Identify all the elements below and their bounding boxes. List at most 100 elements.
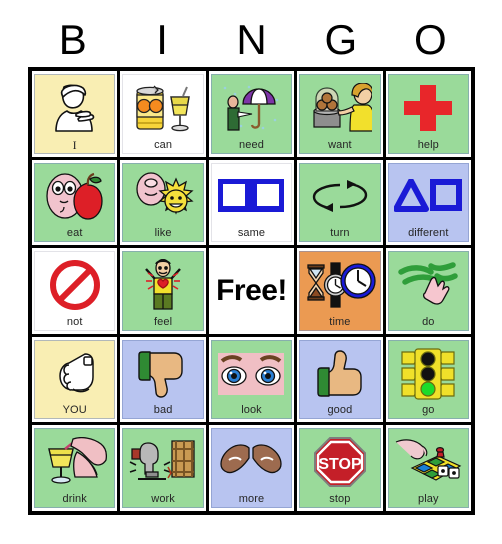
symbol-tile: do	[387, 251, 469, 331]
bingo-cell-go[interactable]: go	[385, 336, 471, 423]
symbol-label: need	[239, 138, 264, 151]
symbol-tile: different	[387, 162, 469, 243]
bingo-cell-like[interactable]: like	[120, 159, 206, 246]
symbol-label: play	[418, 492, 439, 505]
bingo-cell-not[interactable]: not	[32, 248, 118, 334]
bingo-header-letter-o: O	[413, 16, 447, 63]
symbol-label: like	[154, 227, 172, 240]
symbol-label: turn	[330, 227, 350, 240]
bingo-grid: I can need want help eat like same turn …	[28, 67, 475, 515]
symbol-label: stop	[329, 492, 351, 505]
bingo-cell-more[interactable]: more	[208, 425, 295, 511]
hand-glass-straw-icon	[36, 431, 113, 493]
bingo-cell-work[interactable]: work	[120, 425, 206, 511]
symbol-label: can	[154, 138, 173, 151]
bingo-cell-need[interactable]: need	[208, 71, 295, 157]
symbol-tile: STOP stop	[299, 428, 381, 508]
eyes-icon	[213, 343, 290, 405]
bingo-cell-stop[interactable]: STOP stop	[297, 425, 383, 511]
bingo-cell-look[interactable]: look	[208, 336, 295, 423]
symbol-label: time	[329, 315, 351, 328]
bingo-cell-you[interactable]: YOU	[32, 336, 118, 423]
symbol-label: do	[422, 315, 435, 328]
red-cross-icon	[390, 77, 467, 139]
symbol-tile: need	[210, 74, 293, 154]
hammer-construction-icon	[124, 431, 201, 493]
person-reaching-cookies-icon	[301, 77, 378, 139]
symbol-label: good	[327, 404, 353, 417]
face-sun-icon	[124, 166, 201, 228]
thumbs-down-icon	[124, 343, 201, 405]
symbol-label: not	[66, 315, 83, 328]
symbol-tile: play	[387, 428, 469, 508]
symbol-tile: eat	[34, 162, 116, 243]
bingo-cell-play[interactable]: play	[385, 425, 471, 511]
bingo-card: BINGO I can need want help eat like same…	[0, 0, 502, 544]
symbol-tile: look	[210, 339, 293, 420]
symbol-label: eat	[66, 227, 83, 240]
bingo-cell-do[interactable]: do	[385, 248, 471, 334]
face-eating-apple-icon	[36, 166, 113, 228]
symbol-label: YOU	[62, 404, 87, 417]
symbol-tile: drink	[34, 428, 116, 508]
symbol-tile: go	[387, 339, 469, 420]
bingo-cell-i[interactable]: I	[32, 71, 118, 157]
bingo-cell-eat[interactable]: eat	[32, 159, 118, 246]
symbol-label: same	[237, 227, 266, 240]
symbol-label: different	[408, 227, 449, 240]
symbol-tile: same	[210, 162, 293, 243]
bingo-header-letter-b: B	[58, 16, 87, 63]
pointing-hand-icon	[36, 343, 113, 405]
symbol-tile: want	[299, 74, 381, 154]
bingo-cell-different[interactable]: different	[385, 159, 471, 246]
symbol-label: feel	[154, 315, 173, 328]
symbol-label: help	[417, 138, 439, 151]
traffic-light-green-icon	[390, 343, 467, 405]
bingo-header: BINGO	[28, 14, 475, 66]
symbol-label: more	[238, 492, 265, 505]
bingo-cell-same[interactable]: same	[208, 159, 295, 246]
symbol-tile: help	[387, 74, 469, 154]
symbol-tile: like	[122, 162, 204, 243]
thumbs-up-icon	[301, 343, 378, 405]
symbol-tile: can	[122, 74, 204, 154]
two-hands-together-icon	[213, 431, 290, 493]
bingo-cell-can[interactable]: can	[120, 71, 206, 157]
bingo-cell-time[interactable]: time	[297, 248, 383, 334]
bingo-cell-bad[interactable]: bad	[120, 336, 206, 423]
symbol-tile: turn	[299, 162, 381, 243]
symbol-tile: good	[299, 339, 381, 420]
bingo-cell-free-[interactable]: Free!	[208, 248, 295, 334]
bingo-cell-help[interactable]: help	[385, 71, 471, 157]
triangle-square-icon	[390, 166, 467, 228]
bingo-cell-drink[interactable]: drink	[32, 425, 118, 511]
symbol-label: want	[328, 138, 352, 151]
bingo-cell-turn[interactable]: turn	[297, 159, 383, 246]
hourglass-watch-clock-icon	[301, 254, 378, 316]
symbol-tile: time	[299, 251, 381, 331]
bingo-cell-good[interactable]: good	[297, 336, 383, 423]
symbol-label: go	[422, 404, 435, 417]
symbol-label: look	[241, 404, 262, 417]
bingo-cell-want[interactable]: want	[297, 71, 383, 157]
person-pointing-self-icon	[36, 77, 113, 139]
symbol-tile: YOU	[34, 339, 116, 420]
symbol-label: I	[72, 137, 77, 152]
hand-scribble-icon	[390, 254, 467, 316]
bingo-cell-feel[interactable]: feel	[120, 248, 206, 334]
person-feeling-heart-icon	[124, 254, 201, 316]
symbol-tile: bad	[122, 339, 204, 420]
circular-arrows-icon	[301, 166, 378, 228]
stop-sign-icon: STOP	[301, 431, 378, 493]
can-and-glass-icon	[124, 77, 201, 139]
symbol-tile: feel	[122, 251, 204, 331]
prohibition-sign-icon	[36, 254, 113, 316]
symbol-tile: I	[34, 74, 116, 154]
svg-text:STOP: STOP	[318, 456, 362, 473]
umbrella-rain-icon	[213, 77, 290, 139]
symbol-tile: more	[210, 428, 293, 508]
bingo-header-letter-n: N	[236, 16, 267, 63]
symbol-label: work	[151, 492, 175, 505]
symbol-tile: not	[34, 251, 116, 331]
free-space-label: Free!	[216, 273, 287, 307]
